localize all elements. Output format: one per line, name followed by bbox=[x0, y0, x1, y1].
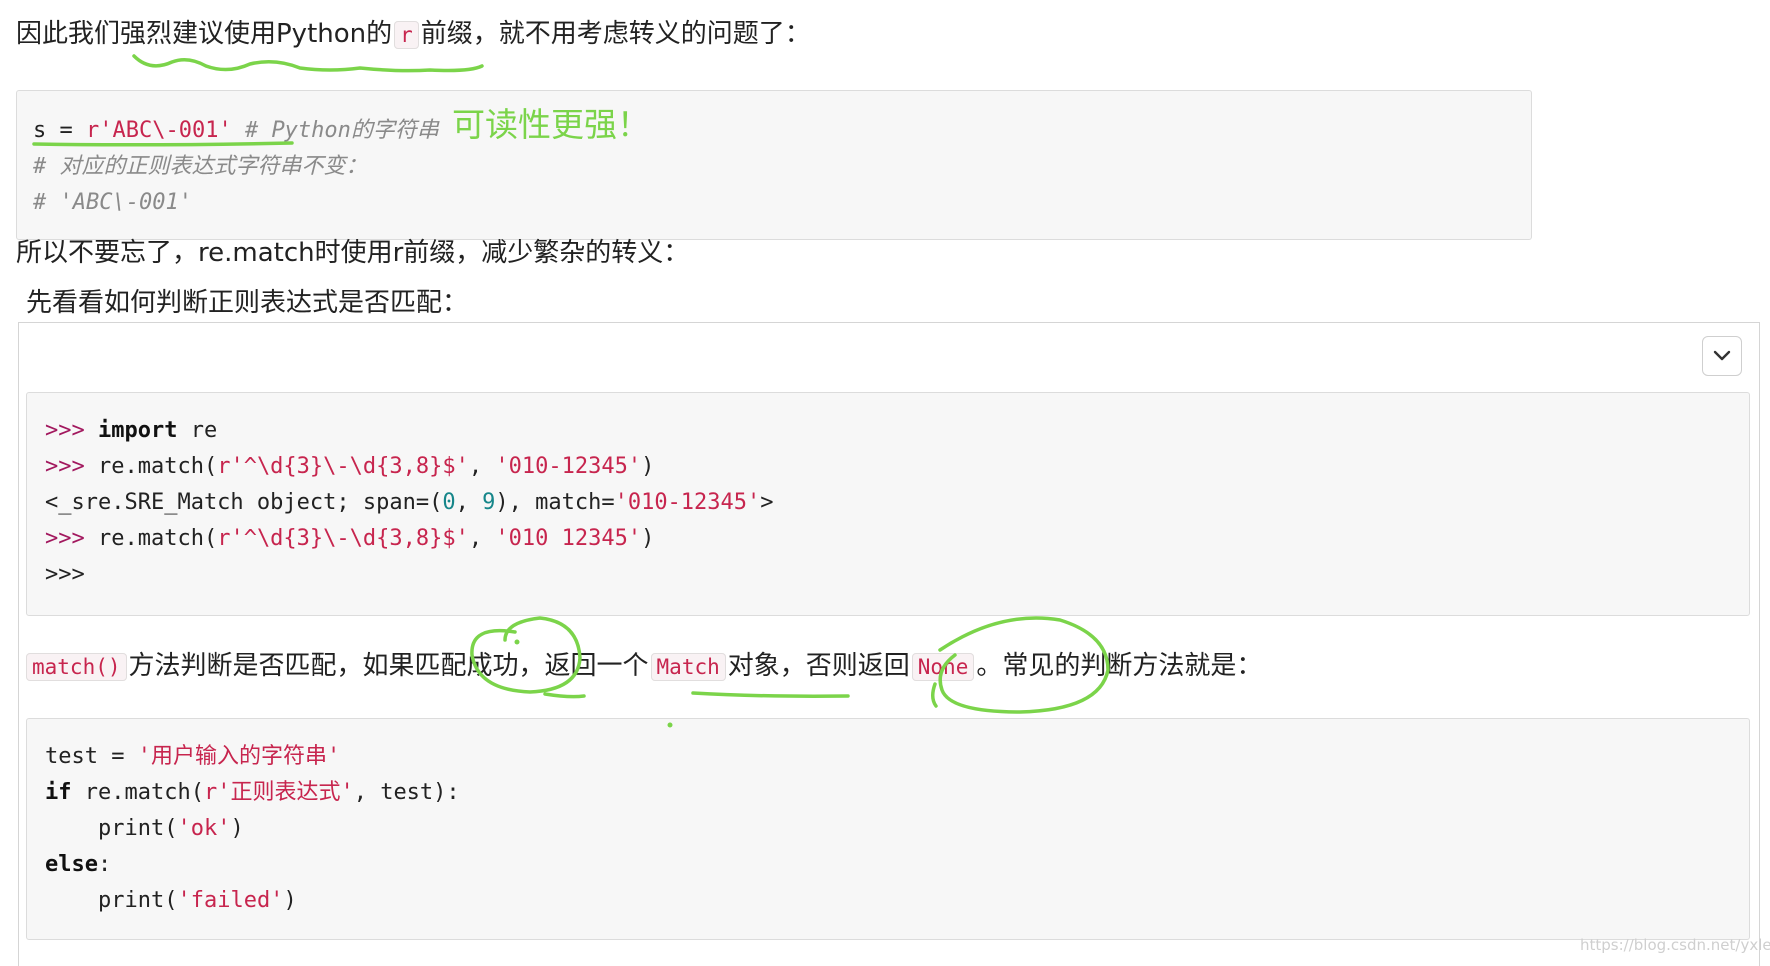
inline-code-match-fn: match() bbox=[26, 653, 127, 681]
code-text: ), match= bbox=[495, 490, 615, 515]
code-number: 0 bbox=[442, 490, 456, 515]
code-string: 'failed' bbox=[177, 888, 284, 913]
code-comment: # Python的字符串 bbox=[231, 118, 439, 143]
code-text: > bbox=[760, 490, 774, 515]
code-number: 9 bbox=[482, 490, 496, 515]
panel-heading: 先看看如何判断正则表达式是否匹配： bbox=[26, 288, 469, 318]
code-string: '010-12345' bbox=[495, 454, 642, 479]
explanation-text: 。常见的判断方法就是： bbox=[976, 651, 1263, 681]
code-text: ) bbox=[641, 526, 655, 551]
code-text: ) bbox=[230, 816, 244, 841]
handwritten-note: 可读性更强！ bbox=[452, 105, 650, 144]
code-text: ) bbox=[641, 454, 655, 479]
inline-code-match-object: Match bbox=[650, 653, 726, 681]
code-comment: # 对应的正则表达式字符串不变： bbox=[33, 154, 368, 179]
code-text: re.match( bbox=[71, 780, 204, 805]
code-text: ) bbox=[283, 888, 297, 913]
code-text: , test): bbox=[353, 780, 460, 805]
code-text: print( bbox=[97, 816, 178, 841]
reminder-paragraph: 所以不要忘了，re.match时使用r前缀，减少繁杂的转义： bbox=[16, 238, 690, 268]
code-text: <_sre.SRE_Match object; span=( bbox=[45, 490, 443, 515]
code-text: , bbox=[455, 490, 483, 515]
code-string: r'^\d{3}\-\d{3,8}$' bbox=[217, 526, 469, 551]
code-keyword: if bbox=[45, 780, 72, 805]
code-block-match-example: >>> import re >>> re.match(r'^\d{3}\-\d{… bbox=[26, 392, 1750, 616]
code-content: test = '用户输入的字符串' if re.match(r'正则表达式', … bbox=[45, 739, 1731, 919]
explanation-text: 对象，否则返回 bbox=[727, 651, 910, 681]
code-string: '010 12345' bbox=[495, 526, 642, 551]
code-string: '用户输入的字符串' bbox=[137, 744, 341, 769]
explanation-text: 方法判断是否匹配，如果匹配成功，返回一个 bbox=[128, 651, 649, 681]
code-string: r'ABC\-001' bbox=[86, 118, 232, 143]
code-prompt: >>> bbox=[45, 418, 85, 443]
code-text: test = bbox=[45, 744, 138, 769]
intro-text-after: 前缀，就不用考虑转义的问题了： bbox=[420, 19, 811, 49]
explanation-paragraph: match() 方法判断是否匹配，如果匹配成功，返回一个 Match 对象，否则返回 N… bbox=[26, 646, 1262, 687]
code-block-raw-string: s = r'ABC\-001' # Python的字符串 # 对应的正则表达式字… bbox=[16, 90, 1532, 240]
inline-code-r: r bbox=[394, 21, 419, 49]
code-prompt: >>> bbox=[45, 454, 85, 479]
code-keyword: import bbox=[98, 418, 178, 443]
code-text: print( bbox=[97, 888, 178, 913]
code-text: : bbox=[97, 852, 112, 877]
intro-paragraph: 因此我们强烈建议使用Python的 r 前缀，就不用考虑转义的问题了： bbox=[16, 14, 811, 55]
watermark: https://blog.csdn.net/yxlelu bbox=[1580, 936, 1770, 954]
code-var: s bbox=[33, 118, 47, 143]
code-text: re.match( bbox=[84, 454, 218, 479]
code-keyword: else bbox=[45, 852, 98, 877]
code-text: , bbox=[468, 454, 496, 479]
code-prompt: >>> bbox=[45, 526, 85, 551]
intro-text-before: 因此我们强烈建议使用Python的 bbox=[16, 19, 393, 49]
code-prompt: >>> bbox=[45, 562, 85, 587]
squiggle-underline bbox=[132, 54, 484, 73]
code-block-common-usage: test = '用户输入的字符串' if re.match(r'正则表达式', … bbox=[26, 718, 1750, 940]
code-string: r'正则表达式' bbox=[203, 780, 354, 805]
code-string: 'ok' bbox=[177, 816, 231, 841]
code-op: = bbox=[46, 118, 86, 143]
code-string: r'^\d{3}\-\d{3,8}$' bbox=[217, 454, 469, 479]
code-string: '010-12345' bbox=[614, 490, 761, 515]
code-text: re bbox=[177, 418, 218, 443]
inline-code-none: None bbox=[911, 653, 975, 681]
code-content: s = r'ABC\-001' # Python的字符串 # 对应的正则表达式字… bbox=[33, 113, 1515, 221]
code-comment: # 'ABC\-001' bbox=[33, 190, 192, 215]
collapse-toggle-button[interactable] bbox=[1702, 336, 1742, 376]
code-text: re.match( bbox=[84, 526, 218, 551]
code-content: >>> import re >>> re.match(r'^\d{3}\-\d{… bbox=[45, 413, 1731, 593]
code-text: , bbox=[468, 526, 496, 551]
chevron-down-icon bbox=[1713, 350, 1731, 361]
